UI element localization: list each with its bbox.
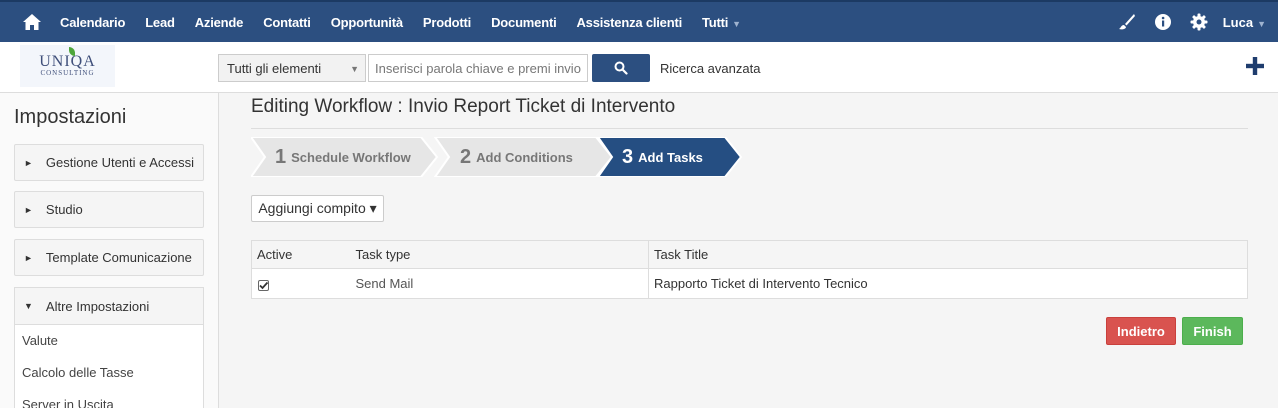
step-add-conditions[interactable]: 2 Add Conditions — [460, 137, 573, 177]
nav-item-tutti[interactable]: Tutti ▼ — [692, 15, 751, 30]
sidebar-panel-gestione-utenti[interactable]: ► Gestione Utenti e Accessi — [14, 144, 204, 181]
sidebar-item-server-uscita[interactable]: Server in Uscita — [15, 389, 203, 408]
sidebar-title: Impostazioni — [14, 106, 127, 128]
step-schedule-workflow[interactable]: 1 Schedule Workflow — [275, 137, 411, 177]
info-icon[interactable] — [1154, 13, 1172, 31]
sidebar-panel-label: Studio — [45, 202, 83, 217]
column-header-active: Active — [251, 240, 351, 269]
step-number: 2 — [460, 145, 472, 168]
add-task-button[interactable]: Aggiungi compito ▾ — [251, 195, 384, 222]
search-scope-value: Tutti gli elementi — [227, 61, 322, 76]
gear-icon[interactable] — [1190, 13, 1208, 31]
chevron-down-icon: ▼ — [350, 64, 359, 74]
brush-icon[interactable] — [1118, 13, 1136, 31]
user-menu[interactable]: Luca ▼ — [1223, 15, 1266, 30]
finish-button[interactable]: Finish — [1182, 317, 1243, 345]
logo-main-text: UNIQA — [39, 53, 96, 70]
sidebar-panel-template-comunicazione[interactable]: ► Template Comunicazione — [14, 239, 204, 276]
caret-down-icon: ▼ — [24, 301, 33, 311]
logo-sub-text: CONSULTING — [40, 69, 95, 77]
sidebar-panel-label: Template Comunicazione — [45, 250, 192, 265]
search-input[interactable] — [368, 54, 588, 82]
nav-item-assistenza-clienti[interactable]: Assistenza clienti — [566, 15, 692, 30]
step-label: Schedule Workflow — [291, 149, 411, 165]
company-logo[interactable]: UNIQA CONSULTING — [20, 45, 115, 87]
step-label: Add Conditions — [476, 149, 573, 165]
sidebar-panel-label: Altre Impostazioni — [45, 298, 150, 314]
nav-item-opportunita[interactable]: Opportunità — [321, 15, 413, 30]
nav-item-aziende[interactable]: Aziende — [185, 15, 253, 30]
step-number: 3 — [622, 145, 634, 168]
step-add-tasks[interactable]: 3 Add Tasks — [622, 137, 703, 177]
column-header-task-title: Task Title — [648, 240, 1248, 269]
task-type-cell[interactable]: Send Mail — [350, 268, 649, 299]
tasks-table: Active Task type Task Title Send Mail Ra… — [251, 240, 1248, 299]
active-cell — [251, 268, 351, 299]
caret-right-icon: ► — [24, 252, 33, 263]
caret-right-icon: ► — [24, 157, 33, 168]
sidebar-item-calcolo-tasse[interactable]: Calcolo delle Tasse — [15, 357, 203, 389]
active-checkbox[interactable] — [258, 280, 269, 291]
table-header-row: Active Task type Task Title — [251, 240, 1248, 269]
chevron-down-icon: ▼ — [732, 18, 741, 29]
nav-item-documenti[interactable]: Documenti — [481, 15, 566, 30]
sidebar-panel-altre-impostazioni: ▼ Altre Impostazioni Valute Calcolo dell… — [14, 287, 204, 408]
step-label: Add Tasks — [638, 149, 703, 165]
workflow-steps: 1 Schedule Workflow 2 Add Conditions 3 A… — [251, 137, 751, 177]
home-icon[interactable] — [22, 13, 42, 31]
sidebar-item-valute[interactable]: Valute — [15, 325, 203, 357]
title-divider — [251, 128, 1248, 129]
search-icon — [614, 61, 628, 75]
nav-right-tools: Luca ▼ — [1109, 2, 1278, 42]
table-row[interactable]: Send Mail Rapporto Ticket di Intervento … — [251, 268, 1248, 299]
task-title-cell[interactable]: Rapporto Ticket di Intervento Tecnico — [648, 268, 1248, 299]
advanced-search-link[interactable]: Ricerca avanzata — [660, 61, 760, 76]
back-button[interactable]: Indietro — [1106, 317, 1176, 345]
nav-item-calendario[interactable]: Calendario — [50, 15, 135, 30]
nav-item-contatti[interactable]: Contatti — [253, 15, 321, 30]
nav-item-prodotti[interactable]: Prodotti — [413, 15, 481, 30]
chevron-down-icon: ▼ — [1257, 18, 1266, 29]
checkmark-icon — [259, 281, 269, 290]
nav-item-tutti-label: Tutti — [701, 14, 729, 30]
column-header-task-type: Task type — [350, 240, 649, 269]
top-navigation-bar: Calendario Lead Aziende Contatti Opportu… — [0, 0, 1278, 42]
search-button[interactable] — [592, 54, 650, 82]
plus-icon[interactable] — [1246, 57, 1264, 75]
nav-item-lead[interactable]: Lead — [135, 15, 185, 30]
settings-sidebar: Impostazioni ► Gestione Utenti e Accessi… — [0, 93, 219, 408]
search-bar-row: UNIQA CONSULTING Tutti gli elementi ▼ Ri… — [0, 42, 1278, 93]
sidebar-panel-studio[interactable]: ► Studio — [14, 191, 204, 228]
page-title: Editing Workflow : Invio Report Ticket d… — [251, 96, 676, 117]
sidebar-panel-header[interactable]: ▼ Altre Impostazioni — [15, 288, 203, 325]
sidebar-panel-label: Gestione Utenti e Accessi — [45, 155, 195, 170]
search-scope-select[interactable]: Tutti gli elementi ▼ — [218, 54, 366, 82]
step-number: 1 — [275, 145, 287, 168]
caret-right-icon: ► — [24, 204, 33, 215]
user-name: Luca — [1222, 14, 1254, 30]
